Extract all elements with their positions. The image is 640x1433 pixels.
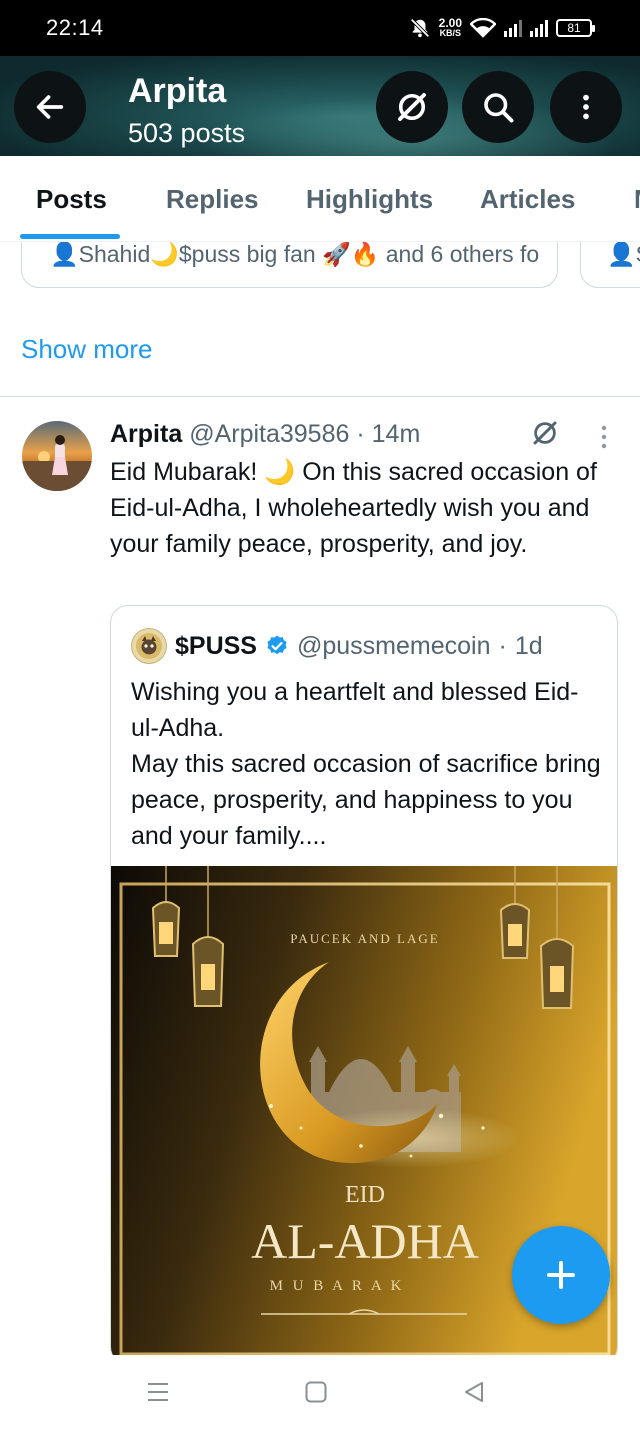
recents-button[interactable]: [146, 1380, 170, 1409]
grok-icon: [398, 93, 426, 121]
status-time: 22:14: [46, 15, 104, 40]
image-al-adha-text: AL-ADHA: [251, 1213, 479, 1269]
status-bar: 22:14 2.00 KB/S 81: [0, 0, 640, 56]
recommendation-row: 👤Shahid🌙$puss big fan 🚀🔥 and 6 others fo…: [0, 242, 640, 290]
compose-button[interactable]: [512, 1226, 610, 1324]
more-vertical-icon: [583, 94, 589, 120]
avatar-image: [22, 421, 92, 491]
tab-media[interactable]: M: [634, 184, 640, 215]
network-speed-value: 2.00: [438, 16, 462, 30]
grok-button[interactable]: [376, 71, 448, 143]
post-time[interactable]: 14m: [372, 420, 421, 448]
grok-post-button[interactable]: [530, 418, 560, 453]
verified-badge-icon: [267, 635, 287, 655]
more-vertical-icon: [601, 425, 607, 449]
signal-icon: [504, 19, 522, 37]
search-icon: [484, 93, 514, 123]
quoted-post-header: $PUSS @pussmemecoin · 1d: [131, 628, 543, 664]
recommendation-card[interactable]: 👤S: [580, 242, 640, 288]
posts-count: 503 posts: [128, 118, 246, 148]
quoted-author-handle[interactable]: @pussmemecoin: [297, 632, 491, 661]
separator-dot: ·: [356, 420, 365, 448]
tab-replies[interactable]: Replies: [166, 184, 259, 215]
arrow-left-icon: [36, 95, 64, 119]
quoted-text-line: Wishing you a heartfelt and blessed Eid-…: [131, 678, 579, 742]
back-button[interactable]: [14, 71, 86, 143]
back-nav-button[interactable]: [462, 1380, 486, 1409]
divider: [0, 396, 640, 397]
profile-header: Arpita 503 posts: [0, 56, 640, 156]
system-nav-bar: [0, 1355, 640, 1433]
triangle-back-icon: [465, 1382, 483, 1402]
image-eid-text: EID: [345, 1182, 385, 1208]
author-name[interactable]: Arpita: [110, 420, 182, 448]
signal-icon: [530, 19, 548, 37]
more-options-button[interactable]: [550, 71, 622, 143]
tab-posts[interactable]: Posts: [36, 184, 107, 215]
post-text: Eid Mubarak! 🌙 On this sacred occasion o…: [110, 458, 597, 558]
image-mubarak-text: M U B A R A K: [270, 1278, 405, 1294]
network-speed-unit: KB/S: [439, 28, 462, 38]
recommendation-card[interactable]: 👤Shahid🌙$puss big fan 🚀🔥 and 6 others fo: [21, 242, 558, 288]
separator-dot: ·: [498, 631, 507, 660]
profile-tabs: Posts Replies Highlights Articles M: [0, 156, 640, 242]
post-more-button[interactable]: [598, 424, 610, 455]
network-speed: 2.00 KB/S: [438, 16, 462, 38]
quoted-author-name[interactable]: $PUSS: [175, 632, 257, 661]
status-icons: 2.00 KB/S 81: [409, 14, 595, 42]
quoted-text-line: May this sacred occasion of sacrifice br…: [131, 750, 601, 850]
square-icon: [305, 1381, 327, 1403]
menu-icon: [148, 1383, 168, 1401]
recommendation-followers-text: 👤S: [607, 242, 640, 267]
author-handle[interactable]: @Arpita39586: [189, 420, 349, 448]
mute-bell-icon: [410, 18, 430, 38]
grok-icon: [533, 421, 557, 445]
post-header: Arpita @Arpita39586 · 14m: [110, 420, 420, 449]
quoted-post-text: Wishing you a heartfelt and blessed Eid-…: [131, 674, 601, 854]
active-tab-indicator: [20, 234, 120, 239]
profile-name: Arpita: [128, 72, 227, 110]
show-more-link[interactable]: Show more: [21, 334, 153, 365]
tab-highlights[interactable]: Highlights: [306, 184, 433, 215]
plus-icon: [547, 1261, 575, 1289]
battery-icon: 81: [556, 19, 595, 37]
cat-coin-icon: [136, 633, 162, 659]
avatar[interactable]: [131, 628, 167, 664]
avatar[interactable]: [22, 421, 92, 491]
search-button[interactable]: [462, 71, 534, 143]
tab-articles[interactable]: Articles: [480, 184, 575, 215]
wifi-icon: [470, 18, 496, 38]
home-button[interactable]: [304, 1380, 328, 1409]
quoted-post-time[interactable]: 1d: [515, 632, 543, 661]
recommendation-followers-text: 👤Shahid🌙$puss big fan 🚀🔥 and 6 others fo: [50, 242, 540, 267]
image-top-text: PAUCEK AND LAGE: [290, 931, 439, 946]
